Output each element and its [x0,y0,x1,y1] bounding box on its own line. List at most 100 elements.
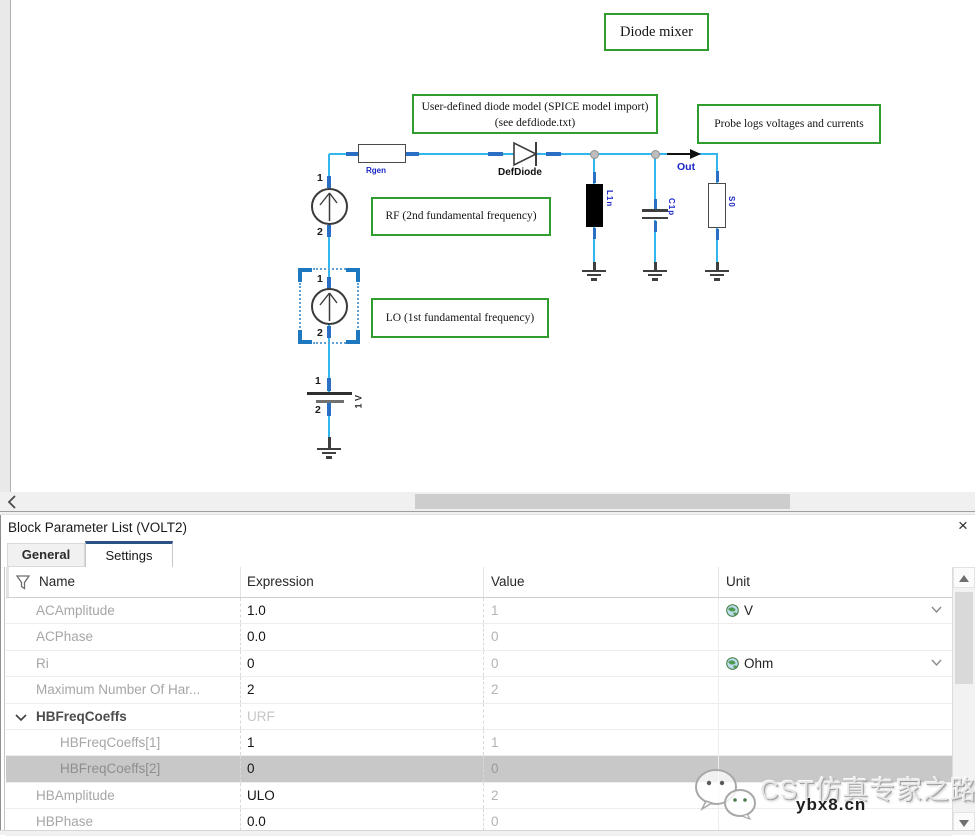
current-arrow-icon [313,290,346,323]
table-row[interactable]: ACAmplitude 1.0 1 V [6,598,952,624]
param-name: ACPhase [6,624,240,649]
table-row[interactable]: Ri 0 0 Ohm [6,651,952,677]
source-rf[interactable] [311,188,348,225]
table-row[interactable]: HBAmplitude ULO 2 [6,783,952,809]
pin-stub [593,228,597,239]
ground-icon [322,452,336,455]
panel-left-edge [0,515,1,835]
ground-icon [648,274,662,277]
header-value[interactable]: Value [483,567,718,597]
param-unit [718,624,952,649]
selection-corner [298,330,312,344]
scroll-up-icon [959,575,969,582]
selection-corner [298,268,312,282]
chevron-down-icon[interactable] [931,659,942,667]
probe-out-icon[interactable] [666,146,704,162]
pin-label: 2 [315,404,321,416]
table-row-selected[interactable]: HBFreqCoeffs[2] 0 0 [6,756,952,782]
param-value: 2 [483,783,718,808]
param-name: ACAmplitude [6,598,240,623]
scroll-down-icon [959,820,969,827]
battery-plate-long[interactable] [307,392,352,395]
pin-label: 1 [315,375,321,387]
pin-label: 1 [317,172,323,184]
resistor-rgen[interactable] [358,144,406,163]
scroll-left-icon[interactable] [7,495,17,509]
param-name: Ri [6,651,240,676]
chevron-down-icon[interactable] [931,606,942,614]
table-row[interactable]: Maximum Number Of Har... 2 2 [6,677,952,703]
resistor-s0[interactable] [708,183,726,228]
selection-edge [299,283,301,328]
capacitor-plate-bottom[interactable] [642,217,668,220]
note-diode-model-line2: (see defdiode.txt) [495,117,575,129]
pin-stub [716,171,720,182]
resistor-s0-label: S0 [727,196,736,208]
param-value: 0 [483,651,718,676]
vertical-scrollbar-thumb[interactable] [955,592,973,684]
panel-title: Block Parameter List (VOLT2) [8,520,187,535]
param-expression: 1.0 [240,598,483,623]
param-expression: 2 [240,677,483,702]
ground-stem [328,437,331,448]
expand-chevron-icon[interactable] [15,714,27,722]
header-unit[interactable]: Unit [718,567,952,597]
diode-label: DefDiode [498,167,542,178]
horizontal-scrollbar-thumb[interactable] [415,494,790,509]
filter-icon[interactable] [16,575,31,590]
pin-label: 2 [317,226,323,238]
param-unit: V [718,598,952,623]
inductor-l1[interactable] [586,184,603,227]
pin-label: 1 [317,273,323,285]
close-icon[interactable]: × [958,516,968,536]
probe-out-label: Out [677,161,695,173]
ground-icon [714,278,720,281]
diode-symbol[interactable] [504,139,550,169]
ground-icon [705,270,729,273]
param-unit [718,677,952,702]
param-unit [718,756,952,781]
tab-settings[interactable]: Settings [85,541,173,567]
table-row-group[interactable]: HBFreqCoeffs URF [6,704,952,730]
param-unit: Ohm [718,651,952,676]
param-expression: 1 [240,730,483,755]
note-diode-model: User-defined diode model (SPICE model im… [412,94,658,134]
param-unit [718,783,952,808]
tab-general[interactable]: General [7,543,85,567]
panel-divider [0,511,975,515]
pin-stub [488,152,503,156]
schematic-canvas[interactable]: Rgen DefDiode Out L1n C1p S0 1 [0,0,975,492]
battery-plate-short[interactable] [316,400,344,403]
selection-edge [313,342,346,344]
battery-value-label: 1 V [354,383,365,409]
capacitor-c1-label: C1p [667,198,676,216]
selection-edge [313,268,346,270]
ground-icon [652,278,658,281]
header-expression[interactable]: Expression [240,567,483,597]
param-value: 0 [483,756,718,781]
pin-stub [593,172,597,183]
param-expression: ULO [240,783,483,808]
note-title: Diode mixer [604,13,709,51]
param-expression: 0.0 [240,624,483,649]
param-name: HBFreqCoeffs[2] [6,756,240,781]
header-name[interactable]: Name [6,567,240,597]
scroll-up-button[interactable] [953,567,975,588]
canvas-left-edge [0,0,11,492]
junction-dot [651,150,660,159]
pin-stub [406,152,419,156]
table-row[interactable]: ACPhase 0.0 0 [6,624,952,650]
current-arrow-icon [313,190,346,223]
param-value: 1 [483,598,718,623]
param-value: 2 [483,677,718,702]
table-row[interactable]: HBFreqCoeffs[1] 1 1 [6,730,952,756]
param-name: HBFreqCoeffs [6,704,240,729]
param-unit [718,704,952,729]
source-lo-selected[interactable] [311,288,348,325]
param-expression: 0 [240,651,483,676]
junction-dot [590,150,599,159]
capacitor-plate-top[interactable] [642,209,668,212]
param-value [483,704,718,729]
ground-icon [591,278,597,281]
param-expression: URF [240,704,483,729]
